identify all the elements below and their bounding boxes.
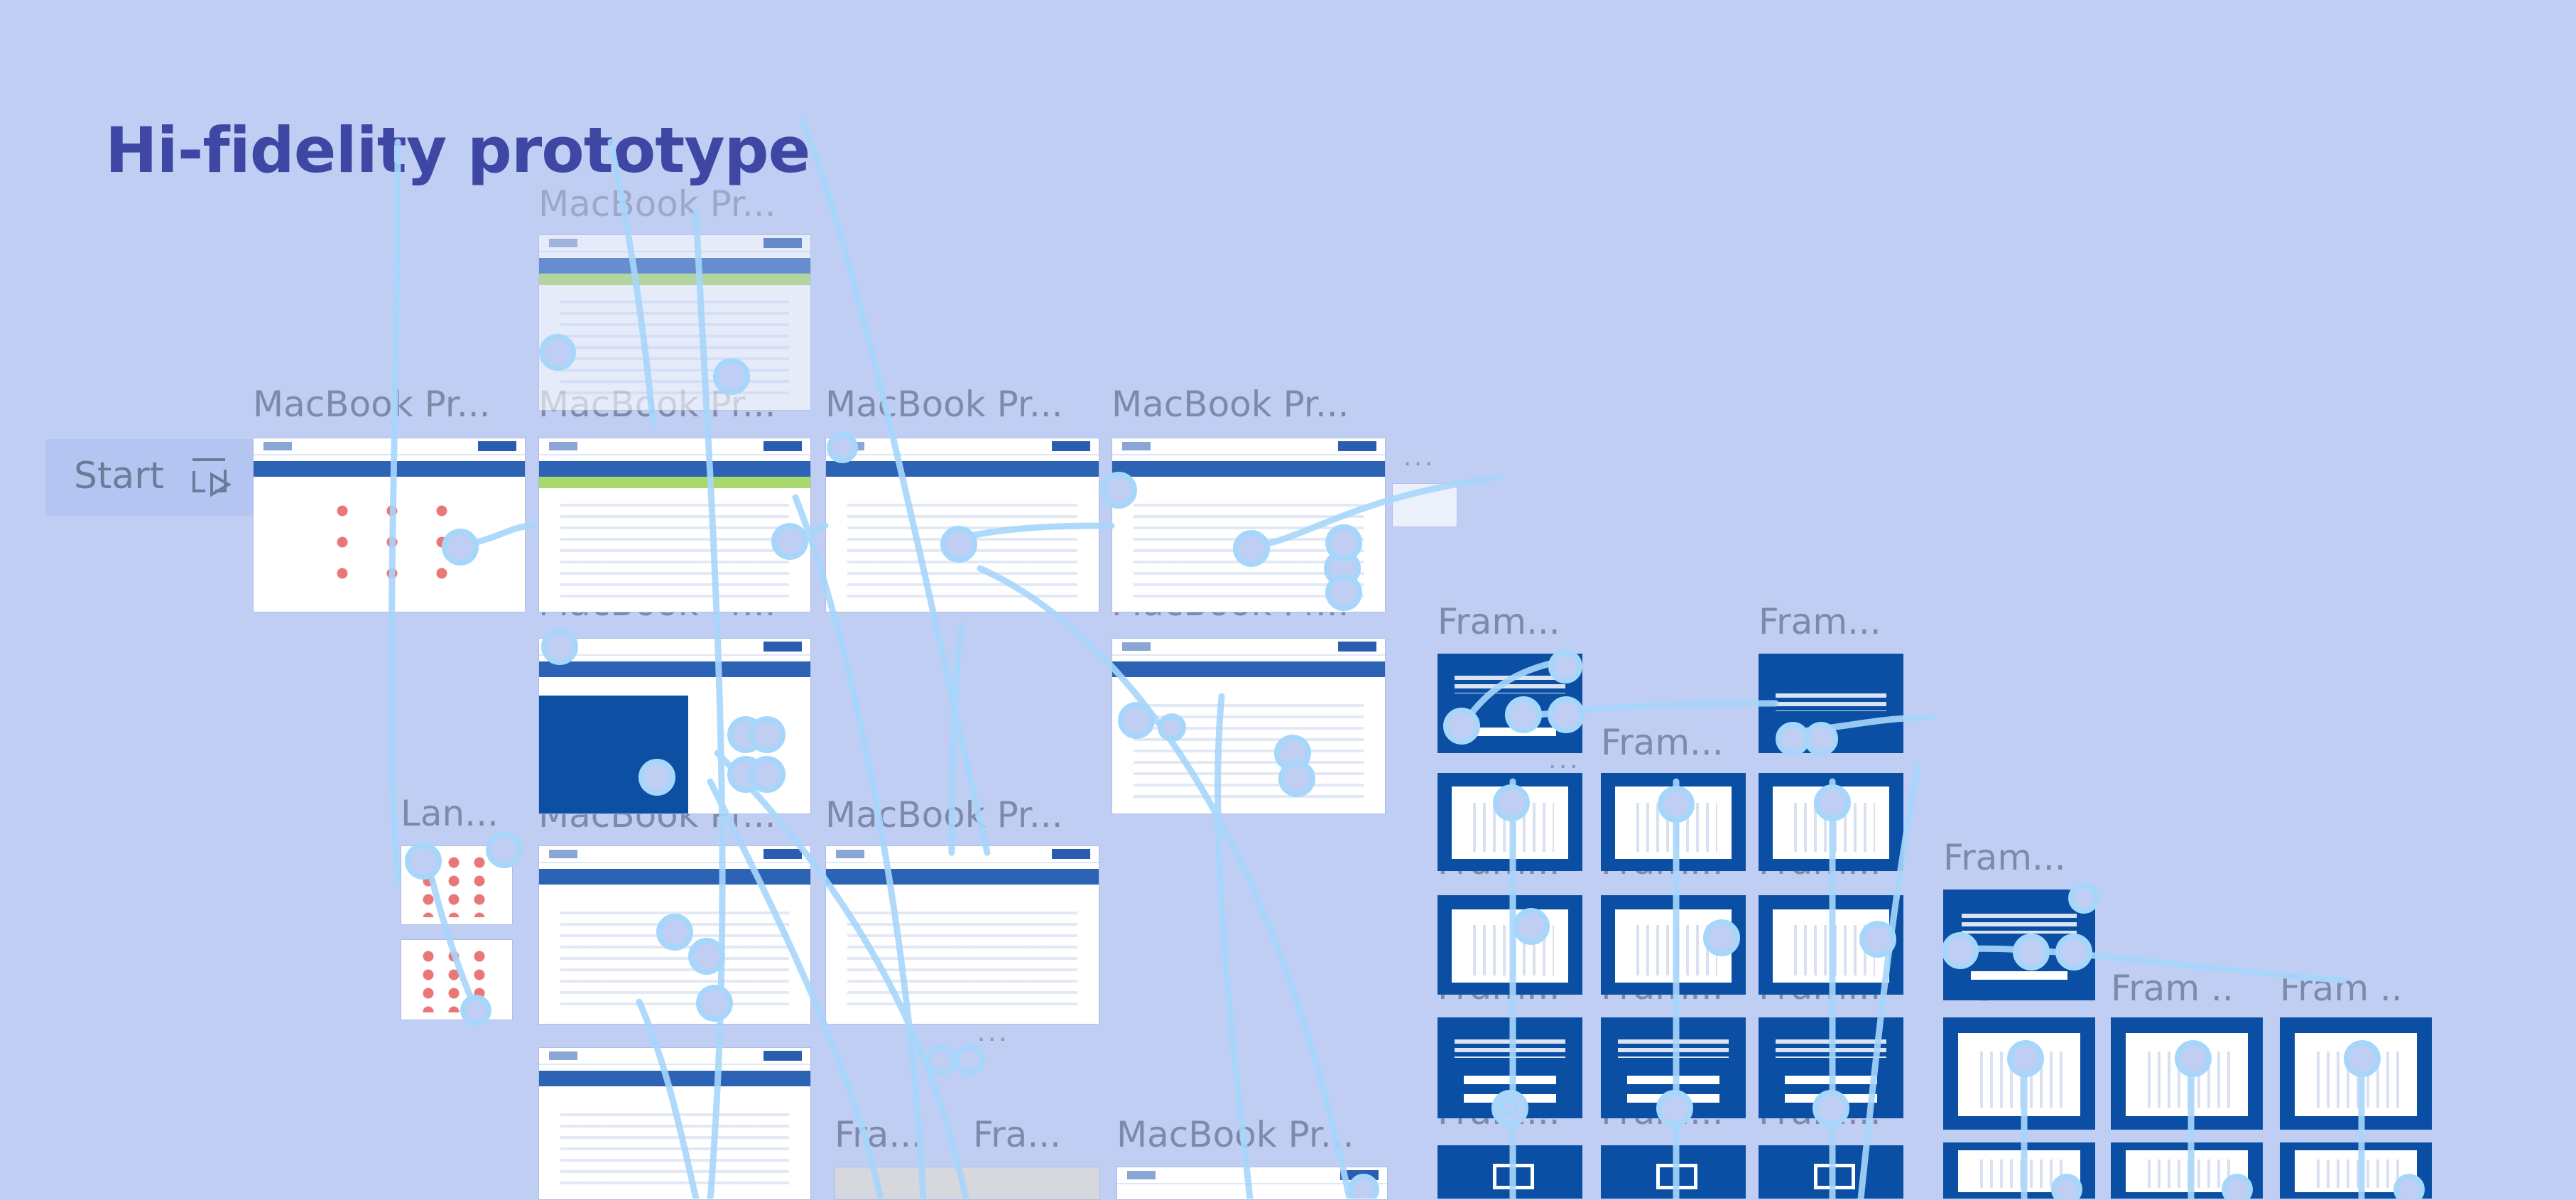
prototype-connections [388, 117, 2425, 1199]
